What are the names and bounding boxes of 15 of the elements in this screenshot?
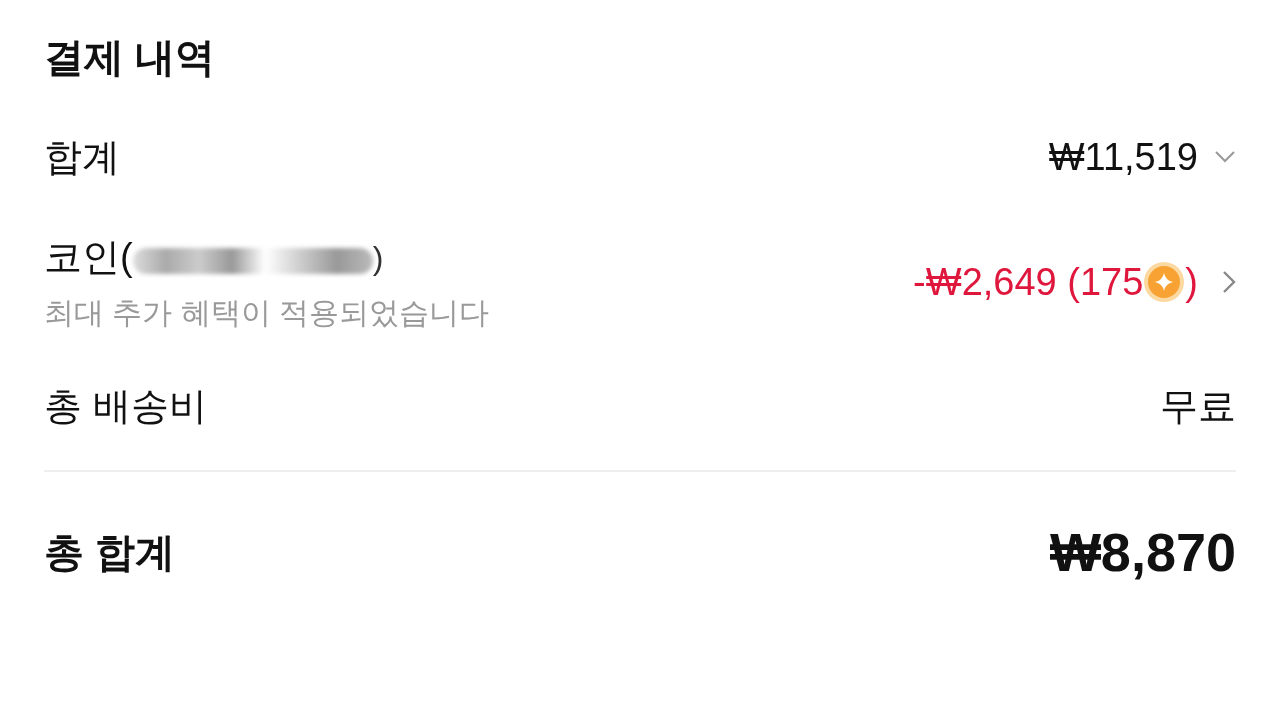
row-note: 최대 추가 혜택이 적용되었습니다 — [44, 295, 489, 331]
row-value: 무료 — [1160, 383, 1236, 429]
row-value: ₩11,519 — [1048, 134, 1198, 180]
coin-icon — [1143, 261, 1186, 303]
chevron-down-icon — [1214, 150, 1236, 164]
section-title: 결제 내역 — [44, 34, 217, 81]
row-value: ) — [1185, 259, 1198, 305]
row-label: 코인( — [44, 235, 133, 280]
chevron-right-icon — [1222, 270, 1236, 294]
row-label: 합계 — [44, 134, 120, 180]
row-label: ) — [372, 238, 384, 278]
row-label: 총 배송비 — [44, 383, 207, 429]
total-value: ₩8,870 — [1049, 520, 1236, 584]
row-value: -₩2,649 (175 — [913, 259, 1144, 305]
row-label: 총 합계 — [44, 529, 176, 576]
